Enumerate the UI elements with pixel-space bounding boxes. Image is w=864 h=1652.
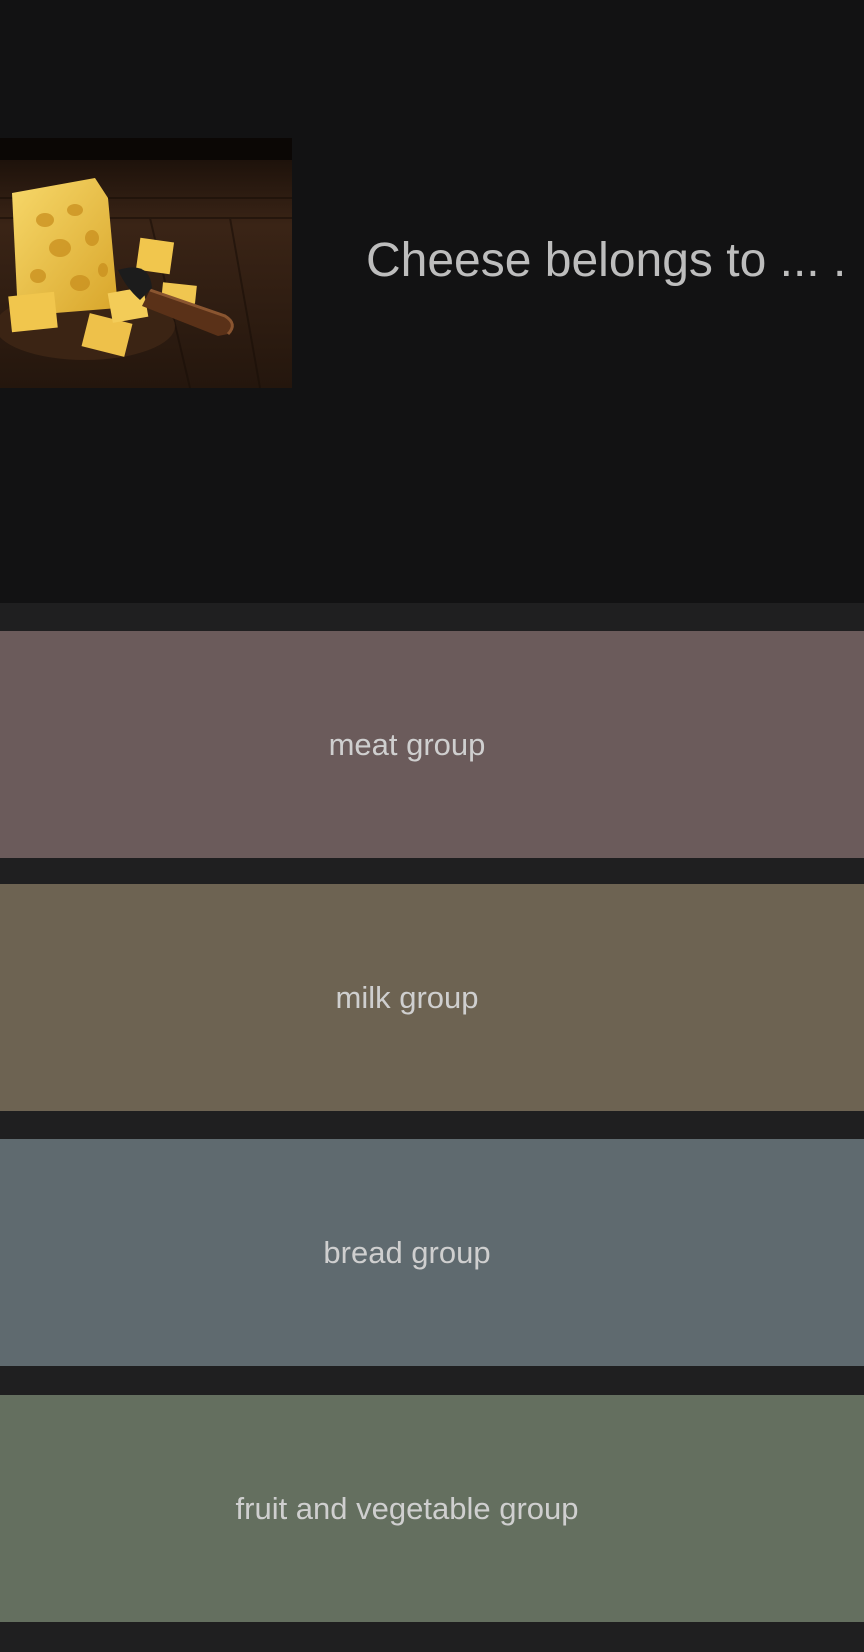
quiz-screen: Cheese belongs to ... . meat group milk … xyxy=(0,0,864,1652)
answer-button-bread-group[interactable]: bread group xyxy=(0,1139,864,1366)
answer-label: fruit and vegetable group xyxy=(235,1490,579,1526)
cheese-image xyxy=(0,138,292,388)
question-text: Cheese belongs to ... . xyxy=(366,234,847,287)
answer-button-meat-group[interactable]: meat group xyxy=(0,631,864,858)
cheese-photo-icon xyxy=(0,138,292,388)
answer-label: milk group xyxy=(335,979,479,1015)
question-panel: Cheese belongs to ... . xyxy=(0,0,864,603)
answer-label: meat group xyxy=(328,726,486,762)
answer-button-milk-group[interactable]: milk group xyxy=(0,884,864,1111)
answer-label: bread group xyxy=(323,1234,491,1270)
answer-button-fruit-and-vegetable-group[interactable]: fruit and vegetable group xyxy=(0,1395,864,1622)
